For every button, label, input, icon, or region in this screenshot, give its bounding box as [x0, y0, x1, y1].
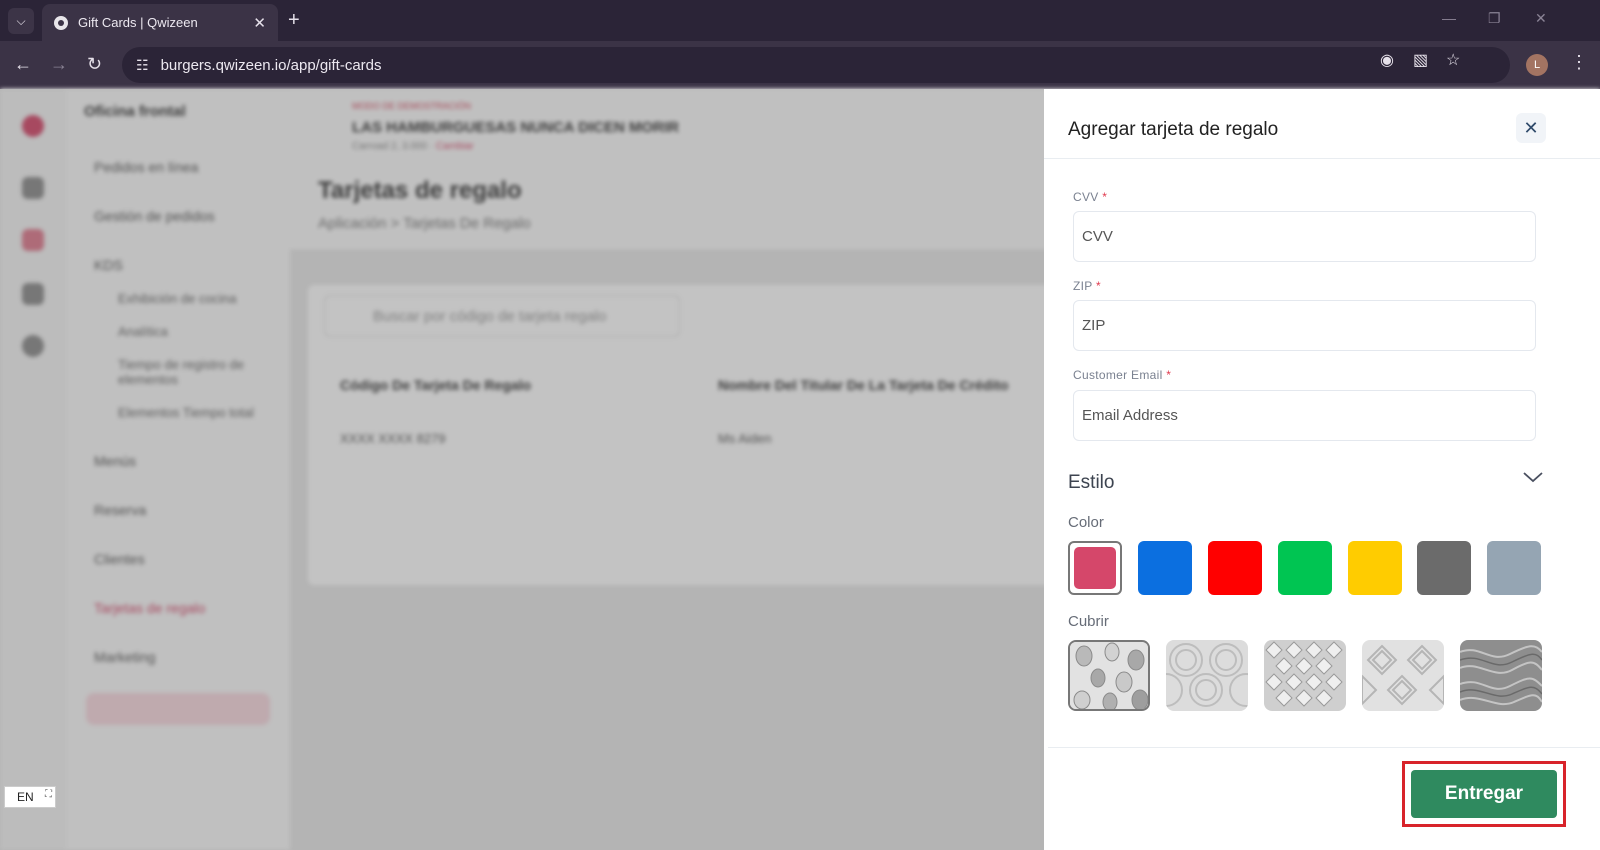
color-swatch[interactable] — [1138, 541, 1192, 595]
drawer-title: Agregar tarjeta de regalo — [1068, 119, 1279, 140]
cvv-label: CVV * — [1073, 190, 1107, 204]
tab-title: Gift Cards | Qwizeen — [78, 15, 198, 30]
back-arrow-icon[interactable]: ← — [14, 53, 32, 75]
expand-icon: ⛶ — [45, 789, 52, 800]
cover-pattern-marble[interactable] — [1460, 640, 1542, 711]
color-swatch[interactable] — [1487, 541, 1541, 595]
reload-icon[interactable]: ↻ — [87, 53, 102, 75]
cover-pattern-geometric[interactable] — [1264, 640, 1346, 711]
tab-list-chevron-down-icon[interactable]: ⌵ — [8, 8, 34, 34]
new-tab-plus-icon[interactable]: + — [288, 9, 300, 31]
required-mark: * — [1096, 279, 1101, 293]
browser-toolbar: ← → ↻ ☷ burgers.qwizeen.io/app/gift-card… — [0, 41, 1600, 89]
zip-label-text: ZIP — [1073, 279, 1093, 293]
language-code: EN — [17, 790, 34, 804]
zip-input[interactable] — [1073, 300, 1536, 351]
zip-label: ZIP * — [1073, 279, 1101, 293]
forward-arrow-icon[interactable]: → — [50, 53, 68, 75]
close-drawer-button[interactable]: ✕ — [1516, 113, 1546, 143]
qwizeen-favicon-icon — [54, 15, 68, 30]
eye-off-icon[interactable]: ◉ — [1380, 50, 1394, 70]
required-mark: * — [1102, 190, 1108, 204]
color-swatch-selected[interactable] — [1068, 541, 1122, 595]
submit-highlight-frame: Entregar — [1402, 761, 1566, 827]
style-section-title[interactable]: Estilo — [1068, 472, 1114, 494]
customer-email-label: Customer Email * — [1073, 368, 1171, 382]
cover-pattern-chevrons[interactable] — [1362, 640, 1444, 711]
minimize-icon[interactable]: — — [1442, 10, 1456, 26]
address-bar[interactable]: ☷ burgers.qwizeen.io/app/gift-cards — [122, 47, 1510, 83]
divider — [1044, 158, 1600, 159]
language-switcher[interactable]: EN ⛶ — [4, 786, 56, 808]
browser-menu-icon[interactable]: ⋮ — [1570, 52, 1588, 73]
close-icon: ✕ — [1523, 117, 1539, 138]
restore-icon[interactable]: ❐ — [1488, 10, 1501, 27]
color-swatch-fill — [1074, 547, 1116, 589]
chevron-down-icon[interactable] — [1522, 470, 1544, 489]
cvv-input[interactable] — [1073, 211, 1536, 262]
deliver-submit-button[interactable]: Entregar — [1411, 770, 1557, 818]
cover-pattern-waves[interactable] — [1166, 640, 1248, 711]
cover-label: Cubrir — [1068, 613, 1109, 630]
add-gift-card-drawer: Agregar tarjeta de regalo ✕ CVV * ZIP * … — [1044, 89, 1600, 850]
cvv-label-text: CVV — [1073, 190, 1099, 204]
browser-tab-bar: ⌵ Gift Cards | Qwizeen ✕ + — ❐ ✕ — [0, 0, 1600, 41]
tab-close-icon[interactable]: ✕ — [253, 14, 266, 32]
color-swatch[interactable] — [1278, 541, 1332, 595]
color-swatch[interactable] — [1208, 541, 1262, 595]
cover-pattern-leaves[interactable] — [1068, 640, 1150, 711]
translate-icon[interactable]: ▧ — [1413, 50, 1428, 70]
divider — [1048, 747, 1600, 748]
url-text: burgers.qwizeen.io/app/gift-cards — [160, 56, 382, 74]
site-settings-icon[interactable]: ☷ — [136, 57, 149, 74]
window-close-icon[interactable]: ✕ — [1535, 10, 1547, 27]
color-swatch[interactable] — [1417, 541, 1471, 595]
color-swatch[interactable] — [1348, 541, 1402, 595]
required-mark: * — [1166, 368, 1172, 382]
customer-email-label-text: Customer Email — [1073, 368, 1163, 382]
browser-tab[interactable]: Gift Cards | Qwizeen ✕ — [42, 4, 278, 41]
bookmark-star-icon[interactable]: ☆ — [1446, 50, 1460, 70]
customer-email-input[interactable] — [1073, 390, 1536, 441]
profile-avatar[interactable]: L — [1526, 54, 1548, 76]
color-label: Color — [1068, 514, 1104, 531]
modal-backdrop[interactable] — [0, 89, 1044, 850]
